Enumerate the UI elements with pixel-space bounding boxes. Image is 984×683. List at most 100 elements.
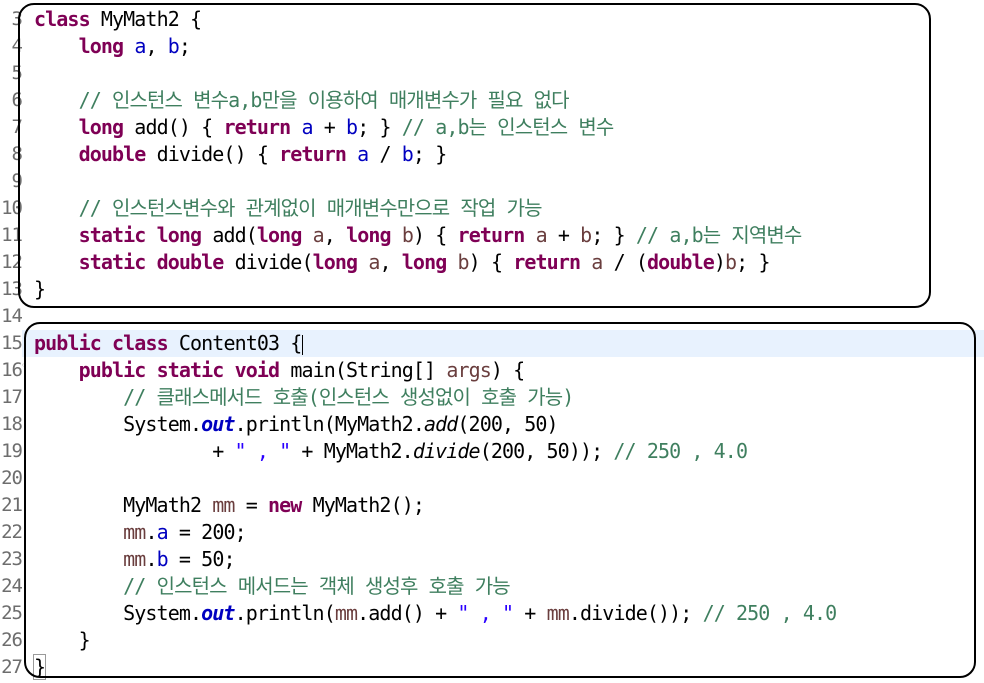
line-number: 15 [1,332,22,354]
code-token: mm [212,493,235,517]
code-token: MyMath2 { [89,7,202,31]
code-line[interactable]: System.out.println(MyMath2.add(200, 50) [34,411,558,438]
code-line[interactable]: mm.b = 50; [34,546,235,573]
code-token: ; [178,34,191,58]
code-token: mm [123,520,146,544]
code-token: static [78,250,147,274]
code-line[interactable]: } [34,627,91,654]
code-line[interactable]: // 인스턴스 변수a,b만을 이용하여 매개변수가 필요 없다 [34,87,570,114]
code-line[interactable]: // 클래스메서드 호출(인스턴스 생성없이 호출 가능) [34,384,574,411]
code-line[interactable]: } [34,276,46,303]
code-token: mm [334,601,358,625]
code-token: } [32,654,47,680]
code-token: public [78,358,147,382]
code-token: new [268,493,302,517]
code-token: return [457,223,526,247]
code-token: .add() + [357,601,458,625]
code-token: + MyMath2. [290,439,413,463]
code-token: = 50; [167,547,236,571]
code-token: a [591,250,603,274]
code-line[interactable]: public static void main(String[] args) { [34,357,526,384]
code-token: b [457,250,470,274]
code-token: ; } [736,250,770,274]
code-line[interactable]: } [32,654,47,681]
code-token: // a,b는 인스턴스 변수 [401,115,615,139]
line-number: 13 [1,278,22,300]
code-token: ; } [591,223,636,247]
code-line[interactable]: MyMath2 mm = new MyMath2(); [34,492,425,519]
code-token: .println( [234,601,336,625]
code-token: class [112,331,169,355]
code-token: divide( [223,250,314,274]
code-token: long [78,34,124,58]
code-token: + [312,115,347,139]
line-number: 23 [1,548,22,570]
code-token: ) [713,250,726,274]
line-number: 5 [11,62,22,84]
code-token: (200, 50) [457,412,558,436]
line-number: 9 [11,170,22,192]
code-token: a [357,142,369,166]
code-token: return [513,250,581,274]
code-token: divide() { [145,142,280,166]
code-token: args [446,358,491,382]
code-token: static [78,223,147,247]
code-token: b [156,547,169,571]
code-line[interactable]: static long add(long a, long b) { return… [34,222,803,249]
line-number: 7 [11,116,22,138]
code-line[interactable]: double divide() { return a / b; } [34,141,448,168]
code-token: .println(MyMath2. [234,412,425,436]
code-line[interactable]: // 인스턴스 메서드는 객체 생성후 호출 가능 [34,573,511,600]
code-line[interactable]: mm.a = 200; [34,519,247,546]
code-token: class [34,7,91,31]
code-line[interactable]: System.out.println(mm.add() + " , " + mm… [34,600,838,627]
line-number: 27 [1,656,22,678]
code-token: // 250 , 4.0 [613,439,748,463]
code-editor[interactable]: 3 4 5 6 7 8 9 10 11 12 13 14 15 16 17 18 19 20 21 22 23 24 25 2… [0,0,984,683]
code-token: (200, 50)); [479,439,614,463]
code-line[interactable]: long add() { return a + b; } // a,b는 인스턴… [34,114,615,141]
line-number: 11 [1,224,22,246]
line-number: 26 [1,629,22,651]
code-token: mm [546,601,570,625]
code-token: long [312,250,358,274]
code-line[interactable]: class MyMath2 { [34,6,202,33]
code-token: return [223,115,291,139]
code-line[interactable]: // 인스턴스변수와 관계없이 매개변수만으로 작업 가능 [34,195,543,222]
code-token: // 250 , 4.0 [702,601,838,625]
code-token: + [546,223,581,247]
code-token: a [134,34,146,58]
code-line[interactable]: long a, b; [34,33,191,60]
code-token: double [647,250,715,274]
code-line[interactable]: + " , " + MyMath2.divide(200, 50)); // 2… [34,438,748,465]
code-line[interactable]: public class Content03 { [34,330,304,357]
line-number: 20 [1,467,22,489]
code-token: public [34,331,102,355]
code-token: = [234,493,268,517]
code-token: // 인스턴스 메서드는 객체 생성후 호출 가능 [123,574,511,598]
line-number: 6 [11,89,22,111]
code-line[interactable]: static double divide(long a, long b) { r… [34,249,771,276]
fold-toggle-icon[interactable]: ◦ [21,361,26,370]
code-token: long [401,250,447,274]
code-token: MyMath2(); [301,493,425,517]
line-number: 17 [1,386,22,408]
line-number: 4 [11,35,22,57]
code-token: main(String[] [279,358,447,382]
code-token: Content03 { [167,331,302,355]
code-token: System. [34,601,202,625]
